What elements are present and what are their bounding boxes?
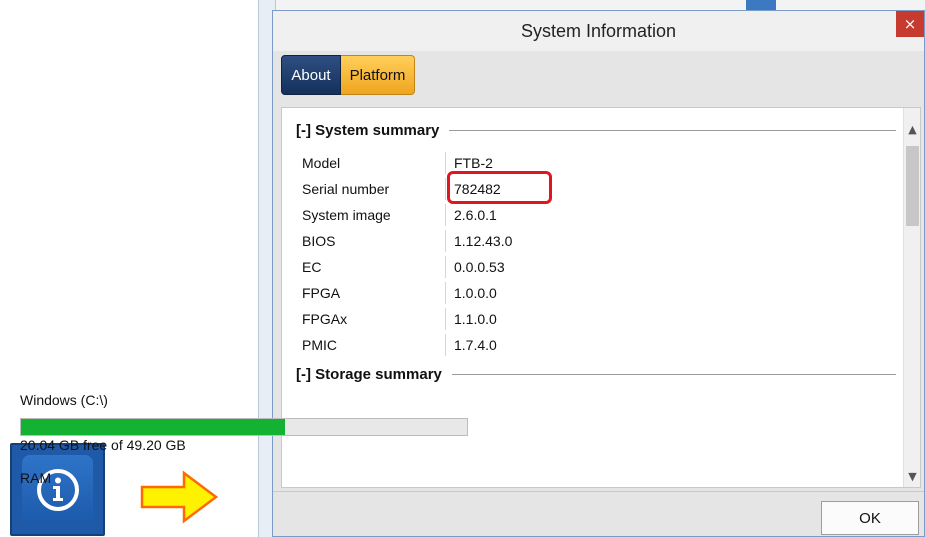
dialog-titlebar[interactable]: System Information × [273, 11, 924, 51]
system-summary-heading[interactable]: [-] System summary [296, 120, 450, 140]
drive-label: Windows (C:\) [20, 392, 108, 408]
info-row-bios: BIOS 1.12.43.0 [302, 230, 702, 252]
info-tile-face [22, 455, 93, 524]
row-value: 1.12.43.0 [445, 230, 512, 252]
row-value: 1.1.0.0 [445, 308, 497, 330]
row-key: BIOS [302, 233, 336, 249]
row-key: Serial number [302, 181, 390, 197]
system-information-dialog: System Information × About Platform [-] … [272, 10, 925, 537]
dialog-title: System Information [520, 20, 677, 41]
close-icon: × [903, 15, 917, 33]
info-row-system-image: System image 2.6.0.1 [302, 204, 702, 226]
storage-free-text: 20.04 GB free of 49.20 GB [20, 437, 186, 453]
vertical-scrollbar[interactable]: ▲ ▼ [903, 108, 920, 487]
storage-progress-fill [21, 419, 286, 435]
system-info-tile[interactable] [10, 443, 105, 536]
tab-about[interactable]: About [281, 55, 341, 95]
tab-platform[interactable]: Platform [341, 55, 415, 95]
info-row-pmic: PMIC 1.7.4.0 [302, 334, 702, 356]
row-key: PMIC [302, 337, 337, 353]
scroll-up-icon[interactable]: ▲ [904, 120, 920, 138]
ram-label: RAM [20, 470, 52, 486]
row-value: 0.0.0.53 [445, 256, 505, 278]
row-key: Model [302, 155, 341, 171]
storage-summary-heading[interactable]: [-] Storage summary [296, 364, 452, 384]
storage-progress-bar [20, 418, 468, 436]
tab-platform-label: Platform [349, 66, 406, 84]
footer-divider [273, 491, 924, 492]
close-button[interactable]: × [896, 11, 924, 37]
row-key: EC [302, 259, 322, 275]
ok-button[interactable]: OK [821, 501, 919, 535]
row-key: System image [302, 207, 391, 223]
row-value: 2.6.0.1 [445, 204, 497, 226]
info-row-fpgax: FPGAx 1.1.0.0 [302, 308, 702, 330]
tab-about-label: About [291, 66, 331, 84]
scroll-thumb[interactable] [906, 146, 919, 226]
arrow-right-icon [140, 470, 219, 524]
row-key: FPGAx [302, 311, 348, 327]
background-window-block [746, 0, 776, 10]
scroll-down-icon[interactable]: ▼ [904, 467, 920, 485]
tab-strip: About Platform [281, 55, 415, 95]
row-key: FPGA [302, 285, 341, 301]
serial-number-highlight [447, 171, 552, 204]
info-row-fpga: FPGA 1.0.0.0 [302, 282, 702, 304]
row-value: 1.0.0.0 [445, 282, 497, 304]
info-row-ec: EC 0.0.0.53 [302, 256, 702, 278]
row-value: 1.7.4.0 [445, 334, 497, 356]
ok-button-label: OK [859, 509, 881, 527]
